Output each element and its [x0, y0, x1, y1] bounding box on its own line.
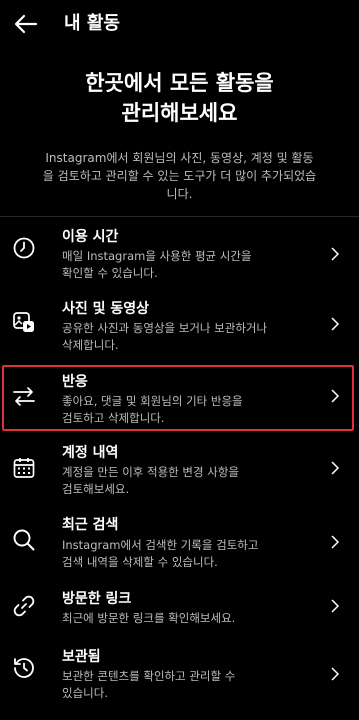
menu-item-title: 보관됨	[62, 649, 101, 665]
menu-item-description: 계정을 만든 이후 적용한 변경 사항을 검토해보세요.	[62, 464, 312, 498]
archive-icon	[12, 656, 36, 680]
description-line: 계정을 만든 이후 적용한 변경 사항을	[62, 465, 239, 479]
menu-item-time-spent[interactable]: 이용 시간 매일 Instagram을 사용한 평균 시간을 확인할 수 있습니…	[0, 218, 359, 288]
chevron-right-icon	[329, 666, 341, 682]
link-icon	[12, 594, 36, 618]
top-bar: 내 활동	[0, 0, 359, 48]
chevron-right-icon	[329, 460, 341, 476]
description-line: 최근에 방문한 링크를 확인해보세요.	[62, 611, 236, 625]
hero-title-line-2: 관리해보세요	[121, 101, 238, 125]
menu-item-title: 계정 내역	[62, 445, 119, 461]
back-arrow-icon[interactable]	[12, 10, 40, 38]
menu-item-title: 이용 시간	[62, 229, 119, 245]
description-line: 삭제합니다.	[62, 338, 119, 352]
menu-item-description: 최근에 방문한 링크를 확인해보세요.	[62, 610, 312, 627]
page-title: 내 활동	[64, 13, 120, 34]
calendar-icon	[12, 456, 36, 480]
description-line: 공유한 사진과 동영상을 보거나 보관하거나	[62, 321, 268, 335]
menu-item-description: 보관한 콘텐츠를 확인하고 관리할 수 있습니다.	[62, 668, 312, 702]
menu-item-recent-searches[interactable]: 최근 검색 Instagram에서 검색한 기록을 검토하고 검색 내역을 삭제…	[0, 510, 359, 582]
menu-item-title: 사진 및 동영상	[62, 301, 150, 317]
description-line: 검색 내역을 삭제할 수 있습니다.	[62, 555, 218, 569]
photos-videos-icon	[12, 310, 36, 334]
menu-item-title: 최근 검색	[62, 517, 119, 533]
description-line: 매일 Instagram을 사용한 평균 시간을	[62, 249, 252, 263]
menu-item-photos-videos[interactable]: 사진 및 동영상 공유한 사진과 동영상을 보거나 보관하거나 삭제합니다.	[0, 290, 359, 360]
clock-icon	[12, 236, 36, 260]
selection-highlight	[2, 365, 354, 431]
description-line: 확인할 수 있습니다.	[62, 266, 158, 280]
hero-title: 한곳에서 모든 활동을 관리해보세요	[0, 68, 359, 128]
menu-item-description: Instagram에서 검색한 기록을 검토하고 검색 내역을 삭제할 수 있습…	[62, 537, 312, 571]
hero-description: Instagram에서 회원님의 사진, 동영상, 계정 및 활동을 검토하고 …	[42, 151, 317, 201]
description-line: 검토해보세요.	[62, 482, 130, 496]
chevron-right-icon	[329, 246, 341, 262]
menu-item-description: 공유한 사진과 동영상을 보거나 보관하거나 삭제합니다.	[62, 320, 312, 354]
menu-item-title: 방문한 링크	[62, 591, 132, 607]
menu-item-account-history[interactable]: 계정 내역 계정을 만든 이후 적용한 변경 사항을 검토해보세요.	[0, 438, 359, 506]
menu-item-visited-links[interactable]: 방문한 링크 최근에 방문한 링크를 확인해보세요.	[0, 586, 359, 640]
search-icon	[12, 528, 36, 552]
menu-item-archived[interactable]: 보관됨 보관한 콘텐츠를 확인하고 관리할 수 있습니다.	[0, 644, 359, 720]
chevron-right-icon	[329, 534, 341, 550]
hero-title-line-1: 한곳에서 모든 활동을	[85, 71, 274, 95]
description-line: 있습니다.	[62, 686, 108, 700]
chevron-right-icon	[329, 316, 341, 332]
divider	[0, 216, 359, 217]
description-line: Instagram에서 검색한 기록을 검토하고	[62, 538, 259, 552]
description-line: 보관한 콘텐츠를 확인하고 관리할 수	[62, 669, 236, 683]
chevron-right-icon	[329, 598, 341, 614]
menu-item-description: 매일 Instagram을 사용한 평균 시간을 확인할 수 있습니다.	[62, 248, 312, 282]
